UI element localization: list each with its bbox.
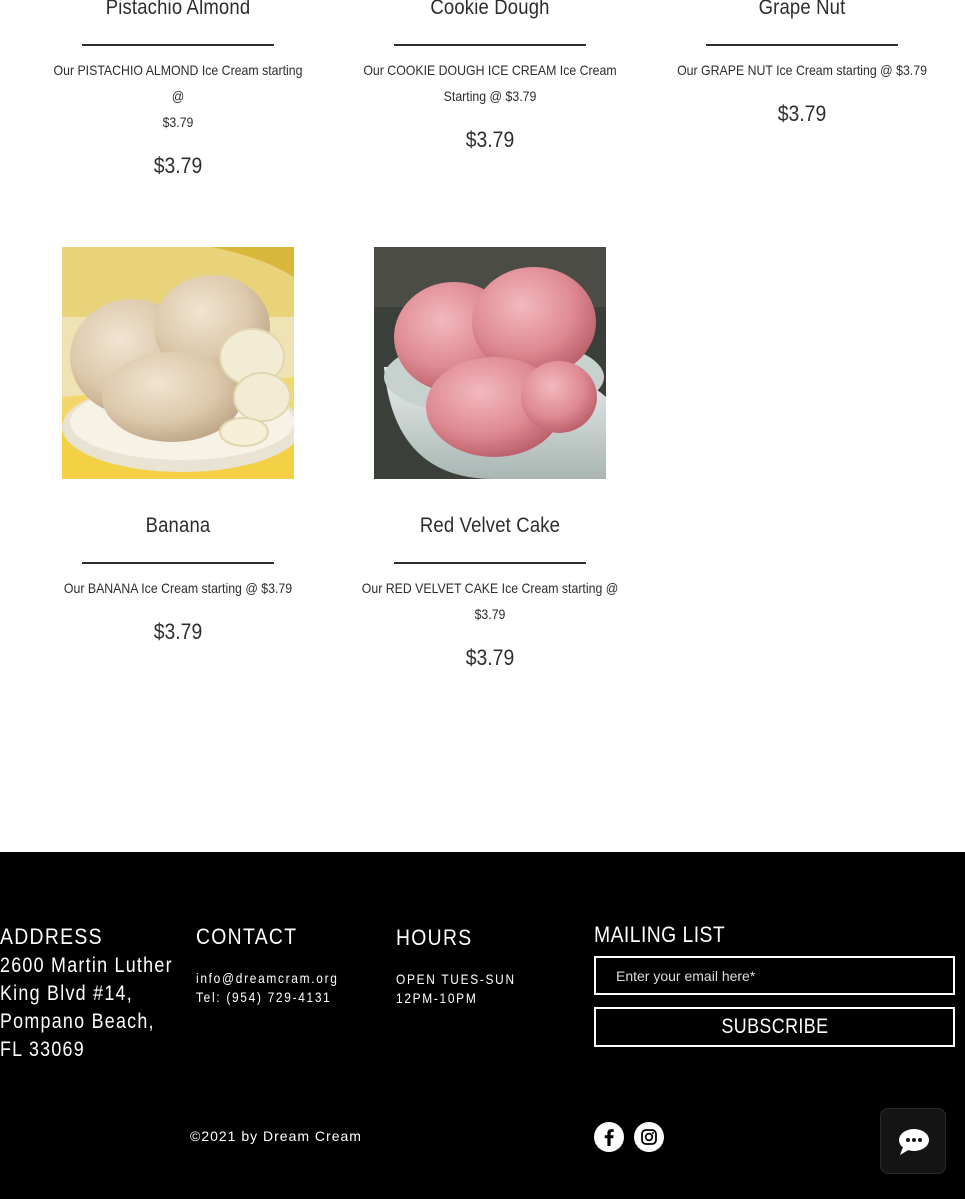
chat-bubble-icon — [899, 1129, 929, 1155]
product-card-cookie-dough[interactable]: Cookie Dough Our COOKIE DOUGH ICE CREAM … — [340, 0, 640, 155]
product-name[interactable]: Grape Nut — [670, 0, 934, 24]
divider — [82, 562, 274, 564]
product-name[interactable]: Cookie Dough — [358, 0, 622, 24]
product-description: Our BANANA Ice Cream starting @ $3.79 — [46, 575, 310, 601]
divider — [82, 44, 274, 46]
hours-time: 12PM-10PM — [396, 990, 478, 1006]
contact-phone: Tel: (954) 729-4131 — [196, 989, 332, 1005]
red-velvet-ice-cream-image — [374, 247, 606, 479]
product-description: Our RED VELVET CAKE Ice Cream starting @… — [358, 575, 622, 627]
description-line: $3.79 — [162, 114, 194, 130]
contact-email-link[interactable]: info@dreamcram.org — [196, 969, 339, 988]
mailing-list-heading: MAILING LIST — [594, 922, 726, 947]
product-price: $3.79 — [465, 645, 515, 670]
description-line: Starting @ $3.79 — [443, 88, 537, 104]
description-line: $3.79 — [474, 606, 506, 622]
description-line: Our BANANA Ice Cream starting @ $3.79 — [63, 580, 293, 596]
product-description: Our COOKIE DOUGH ICE CREAM Ice Cream Sta… — [358, 57, 622, 109]
address-text: 2600 Martin Luther King Blvd #14, Pompan… — [0, 954, 173, 1061]
chat-button[interactable] — [880, 1108, 946, 1174]
product-price: $3.79 — [153, 619, 203, 644]
product-description: Our PISTACHIO ALMOND Ice Cream starting … — [46, 57, 310, 135]
product-image-banana[interactable] — [62, 247, 294, 479]
site-footer: ADDRESS 2600 Martin Luther King Blvd #14… — [0, 852, 965, 1199]
subscribe-button-label: SUBSCRIBE — [721, 1015, 828, 1038]
facebook-icon[interactable] — [594, 1122, 624, 1152]
description-line: Our RED VELVET CAKE Ice Cream starting @ — [361, 580, 619, 596]
product-card-grape-nut[interactable]: Grape Nut Our GRAPE NUT Ice Cream starti… — [652, 0, 952, 129]
product-card-red-velvet-cake[interactable]: Red Velvet Cake Our RED VELVET CAKE Ice … — [340, 510, 640, 673]
description-line: Our GRAPE NUT Ice Cream starting @ $3.79 — [677, 62, 927, 78]
product-image-red-velvet-cake[interactable] — [374, 247, 606, 479]
description-line: Our PISTACHIO ALMOND Ice Cream starting … — [53, 62, 303, 104]
copyright-text: ©2021 by Dream Cream — [190, 1128, 362, 1144]
product-card-pistachio-almond[interactable]: Pistachio Almond Our PISTACHIO ALMOND Ic… — [28, 0, 328, 181]
hours-heading: HOURS — [396, 925, 473, 950]
product-description: Our GRAPE NUT Ice Cream starting @ $3.79 — [670, 57, 934, 83]
banana-ice-cream-image — [62, 247, 294, 479]
divider — [706, 44, 898, 46]
product-name[interactable]: Banana — [46, 510, 310, 542]
contact-heading: CONTACT — [196, 924, 298, 949]
product-card-banana[interactable]: Banana Our BANANA Ice Cream starting @ $… — [28, 510, 328, 647]
subscribe-button[interactable]: SUBSCRIBE — [594, 1007, 955, 1047]
product-name[interactable]: Pistachio Almond — [46, 0, 310, 24]
product-price: $3.79 — [153, 153, 203, 178]
product-price: $3.79 — [777, 101, 827, 126]
product-name[interactable]: Red Velvet Cake — [358, 510, 622, 542]
product-price: $3.79 — [465, 127, 515, 152]
divider — [394, 44, 586, 46]
description-line: Our COOKIE DOUGH ICE CREAM Ice Cream — [363, 62, 617, 78]
address-heading: ADDRESS — [0, 924, 103, 949]
hours-days: OPEN TUES-SUN — [396, 971, 516, 987]
instagram-icon[interactable] — [634, 1122, 664, 1152]
email-input[interactable] — [594, 956, 955, 995]
divider — [394, 562, 586, 564]
